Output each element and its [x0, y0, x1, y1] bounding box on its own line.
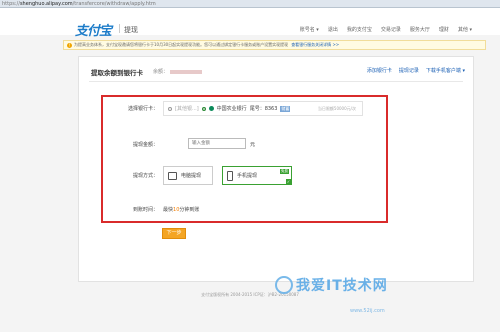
watermark-url: www.52ij.com [350, 308, 385, 314]
amount-input[interactable] [188, 138, 246, 149]
notice-bar: ! 为提高业务体系，支付宝现邀请您将银行卡于10月30日起实现提现功能。您可以通… [63, 40, 486, 50]
card-type-tag: 储蓄 [280, 105, 291, 112]
radio-abc-bank[interactable] [201, 106, 206, 111]
method-pc-label: 电脑提现 [181, 173, 202, 179]
free-badge: 免费 [280, 169, 289, 174]
radio-other-bank[interactable] [168, 106, 172, 111]
panel-actions: 添加银行卡 提现记录 下载手机客户端 ▾ [367, 67, 465, 74]
method-mobile-option[interactable]: 手机提现 免费 ✓ [222, 166, 292, 185]
url-text: https://shenghuo.alipay.com/transfercore… [2, 0, 156, 7]
logo-divider [119, 24, 120, 33]
footer-copyright: 支付宝版权所有 2004-2015 ICP证：沪B2-20150087 [201, 292, 299, 297]
panel-title: 提取余额到银行卡 [91, 69, 143, 77]
alipay-logo[interactable]: 支付宝 [75, 20, 112, 39]
withdraw-records-link[interactable]: 提现记录 [399, 67, 419, 74]
nav-logout[interactable]: 退出 [328, 26, 338, 33]
selected-check-icon: ✓ [286, 179, 291, 184]
browser-url-bar[interactable]: https://shenghuo.alipay.com/transfercore… [0, 0, 500, 8]
monitor-icon [168, 171, 177, 180]
nav-my-alipay[interactable]: 我的支付宝 [347, 26, 372, 33]
nav-more[interactable]: 其他 ▾ [458, 26, 472, 33]
top-nav: 账号名 ▾ 退出 我的支付宝 交易记录 服务大厅 理财 其他 ▾ [300, 26, 472, 33]
nav-account[interactable]: 账号名 ▾ [300, 26, 319, 33]
nav-finance[interactable]: 理财 [439, 26, 449, 33]
nav-transactions[interactable]: 交易记录 [381, 26, 401, 33]
bank-name: 中国农业银行 [216, 106, 247, 112]
nav-service-hall[interactable]: 服务大厅 [410, 26, 430, 33]
panel-divider [89, 81, 463, 82]
notice-text: 为提高业务体系，支付宝现邀请您将银行卡于10月30日起实现提现功能。您可以通过绑… [74, 42, 289, 47]
next-step-button[interactable]: 下一步 [162, 228, 186, 239]
phone-icon [227, 170, 233, 181]
warning-icon: ! [67, 42, 72, 48]
arrival-label: 到账时间： [132, 207, 158, 213]
currency-unit: 元 [250, 142, 256, 148]
site-header: 支付宝 提现 账号名 ▾ 退出 我的支付宝 交易记录 服务大厅 理财 其他 ▾ [0, 8, 500, 39]
account-info: 余额： [153, 68, 203, 75]
download-app-link[interactable]: 下载手机客户端 ▾ [426, 67, 465, 74]
method-label: 提现方式： [132, 173, 158, 179]
notice-link[interactable]: 查看银行服务关闭详情 >> [291, 42, 339, 48]
card-tail: 尾号：8363 [249, 106, 278, 112]
site-watermark: 我爱IT技术网 [275, 275, 388, 295]
bank-card-selector[interactable]: [其他银...] 中国农业银行 尾号：8363 储蓄 当日限额50000元/次 [163, 101, 363, 116]
method-mobile-label: 手机提现 [237, 173, 258, 179]
method-pc-option[interactable]: 电脑提现 [163, 166, 213, 185]
abc-bank-icon [208, 106, 214, 111]
redacted-account [170, 69, 203, 74]
watermark-logo-icon [275, 276, 293, 294]
watermark-text: 我爱IT技术网 [296, 278, 388, 294]
page-section-title: 提现 [124, 26, 138, 34]
add-bank-card-link[interactable]: 添加银行卡 [367, 67, 392, 74]
daily-limit: 当日限额50000元/次 [317, 105, 356, 111]
arrival-time: 最快10分钟到账 [163, 207, 200, 213]
bank-card-label: 选择银行卡： [127, 106, 158, 112]
amount-label: 提现金额： [132, 142, 158, 148]
other-bank-option[interactable]: [其他银...] [175, 105, 199, 112]
